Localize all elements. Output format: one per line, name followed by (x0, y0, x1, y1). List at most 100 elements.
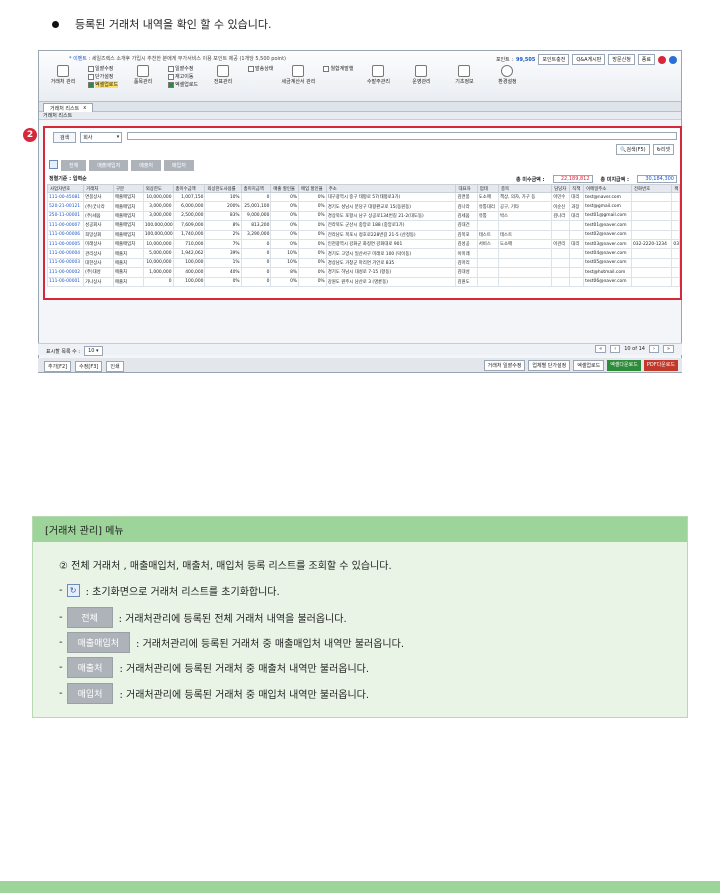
help-icon[interactable] (669, 55, 677, 64)
table-cell: 10,000,000 (142, 257, 174, 269)
table-cell: 111-00-00002 (46, 267, 85, 278)
submenu-item[interactable]: 월합계발행 (323, 65, 353, 72)
menu-basic-info[interactable]: 기초정보 (446, 65, 482, 88)
tab-bar: 거래처 리스트 x (39, 102, 681, 112)
table-cell: 매출처 (112, 267, 144, 278)
table-row[interactable]: 111-00-00007 성공회사 매출매입처 100,000,000 7,609,00… (46, 220, 680, 231)
column-header[interactable]: 총미지급액 (240, 184, 272, 193)
column-header[interactable]: 이메일주소 (583, 184, 632, 193)
table-row[interactable]: 111-00-00002 (주)대성 매출처 1,000,000 400,000 40% 0… (46, 267, 680, 278)
client-table: 사업자번호 거래처 구분 외상한도 총미수금액 외상한도사용률 총미지급액 매출 할인율 매입 … (46, 184, 680, 287)
column-header[interactable]: 종목 (498, 184, 553, 193)
menu-label: 품목관리 (133, 79, 153, 85)
filter-sales-button[interactable]: 매출처 (131, 160, 162, 171)
column-header[interactable]: 사업자번호 (46, 184, 85, 193)
column-header[interactable]: 외상한도 (142, 184, 174, 193)
table-cell: 100,000,000 (142, 220, 174, 231)
submenu-item[interactable]: 재고이동 (168, 73, 198, 80)
excel-upload-button[interactable]: 엑셀업로드 (573, 360, 605, 371)
search-label-button[interactable]: 검색 (53, 132, 77, 143)
column-header[interactable]: 팩 (671, 184, 680, 193)
print-button[interactable]: 인쇄 (106, 361, 124, 372)
menu-order-management[interactable]: 수발주관리 (360, 65, 396, 88)
excel-download-button[interactable]: 엑셀다운로드 (607, 360, 641, 371)
slip-icon (217, 65, 230, 77)
column-header[interactable]: 업태 (476, 184, 500, 193)
table-cell (551, 229, 571, 240)
submenu-item[interactable]: 엑셀업로드 (88, 81, 119, 88)
column-header[interactable]: 전화번호 (630, 184, 673, 193)
info-text: : 거래처관리에 등록된 거래처 중 매입처 내역만 불러옵니다. (119, 690, 370, 701)
first-page-button[interactable]: « (595, 345, 607, 353)
tab-client-list[interactable]: 거래처 리스트 x (43, 103, 94, 112)
menu-settings[interactable]: 환경설정 (489, 65, 525, 88)
add-button[interactable]: 추가[F2] (44, 361, 72, 372)
column-header[interactable]: 총미수금액 (172, 184, 206, 193)
search-f5-button[interactable]: 🔍검색(F5) (616, 144, 650, 155)
submenu-item[interactable]: 발송상태 (248, 65, 273, 72)
qna-button[interactable]: Q&A게시판 (572, 54, 606, 65)
table-cell: 10,000,000 (142, 191, 174, 203)
column-header[interactable]: 거래처 (83, 184, 114, 193)
table-cell: 83% (204, 210, 242, 222)
menu-slip-management[interactable]: 전표관리 (205, 65, 241, 88)
column-header[interactable]: 외상한도사용률 (204, 184, 242, 193)
table-cell (551, 248, 571, 259)
last-page-button[interactable]: » (662, 345, 674, 353)
menu-tax-invoice[interactable]: 세금계산서 관리 (280, 65, 316, 88)
table-row[interactable]: 111-00-45081 면몽상사 매출매입처 10,000,000 1,007,150… (46, 191, 680, 203)
submenu-item[interactable]: 일괄수정 (168, 65, 198, 72)
refresh-icon[interactable] (49, 160, 58, 169)
edit-button[interactable]: 수정[F3] (75, 361, 103, 372)
visit-request-button[interactable]: 방문신청 (608, 54, 635, 65)
column-header[interactable]: 대표자 (455, 184, 478, 193)
column-header[interactable]: 매입 할인율 (298, 184, 327, 193)
menu-label: 거래처 관리 (50, 79, 76, 85)
table-row[interactable]: 111-00-00005 미래상사 매출매입처 10,000,000 710,000 7%… (46, 238, 680, 250)
submenu-item[interactable]: 단가설정 (88, 73, 118, 80)
rows-select[interactable]: 10 ▾ (84, 346, 103, 356)
table-cell: 미래상사 (83, 238, 114, 250)
table-cell (569, 220, 585, 231)
menu-operations[interactable]: 운영관리 (403, 65, 439, 88)
column-header[interactable]: 주소 (325, 184, 457, 193)
table-cell: 0% (298, 267, 327, 278)
column-header[interactable]: 담당자 (551, 184, 571, 193)
record-icon[interactable] (658, 55, 666, 64)
table-cell: test06@naver.com (583, 276, 632, 287)
exit-button[interactable]: 종료 (637, 54, 655, 65)
charge-points-button[interactable]: 포인트충전 (538, 54, 570, 65)
column-header[interactable]: 직책 (569, 184, 585, 193)
select-value: 회사 (83, 135, 93, 141)
price-setting-button[interactable]: 업체별 단가설정 (528, 360, 571, 371)
bulk-edit-button[interactable]: 거래처 일괄수정 (483, 360, 526, 371)
column-header[interactable]: 매출 할인율 (270, 184, 300, 193)
next-page-button[interactable]: › (648, 345, 659, 353)
submenu-item[interactable]: 엑셀업로드 (168, 81, 198, 88)
search-field-select[interactable]: 회사 ▾ (80, 132, 123, 143)
table-row[interactable]: 520-21-00121 (주)굿나라 매출매입처 3,000,000 6,000,00… (46, 201, 680, 212)
table-cell: 7,609,000 (172, 220, 206, 231)
submenu-item[interactable]: 일괄수정 (88, 65, 118, 72)
table-row[interactable]: 111-00-00003 대한상사 매출처 10,000,000 100,000 1% 0 1… (46, 257, 680, 269)
receivable-label: 총 미수금액 : (516, 176, 545, 183)
table-row[interactable]: 111-00-00004 관리상사 매출처 5,000,000 1,942,062 39%… (46, 248, 680, 259)
column-header[interactable]: 구분 (112, 184, 144, 193)
event-link[interactable]: * 이벤트 : (69, 56, 90, 62)
table-row[interactable]: 250-11-00001 (주)세움 매출매입처 3,000,000 2,500,000… (46, 210, 680, 222)
menu-client-management[interactable]: 거래처 관리 (45, 65, 81, 88)
menu-item-management[interactable]: 품목관리 (125, 65, 161, 88)
pdf-download-button[interactable]: PDF다운로드 (643, 360, 678, 371)
search-input[interactable] (127, 132, 677, 140)
table-cell: test01@naver.com (583, 220, 632, 231)
table-row[interactable]: 111-00-00006 희망상회 매출매입처 100,000,000 1,740,00… (46, 229, 680, 240)
info-item-sales-purchase: - 매출매입처 : 거래처관리에 등록된 거래처 중 매출매입처 내역만 불러옵… (59, 632, 404, 653)
filter-sales-purchase-button[interactable]: 매출매입처 (89, 160, 129, 171)
close-icon[interactable]: x (83, 105, 86, 111)
table-row[interactable]: 111-00-00001 가나상사 매출처 0 100,000 0% 0 0% 0% 강원도 원주… (46, 276, 680, 287)
prev-page-button[interactable]: ‹ (610, 345, 621, 353)
filter-all-button[interactable]: 전체 (61, 160, 87, 171)
filter-purchase-button[interactable]: 매입처 (164, 160, 194, 171)
info-description: ② 전체 거래처 , 매출매입처, 매출처, 매입처 등록 리스트를 조회할 수… (59, 557, 392, 572)
reset-button[interactable]: ↻리셋 (652, 144, 674, 155)
